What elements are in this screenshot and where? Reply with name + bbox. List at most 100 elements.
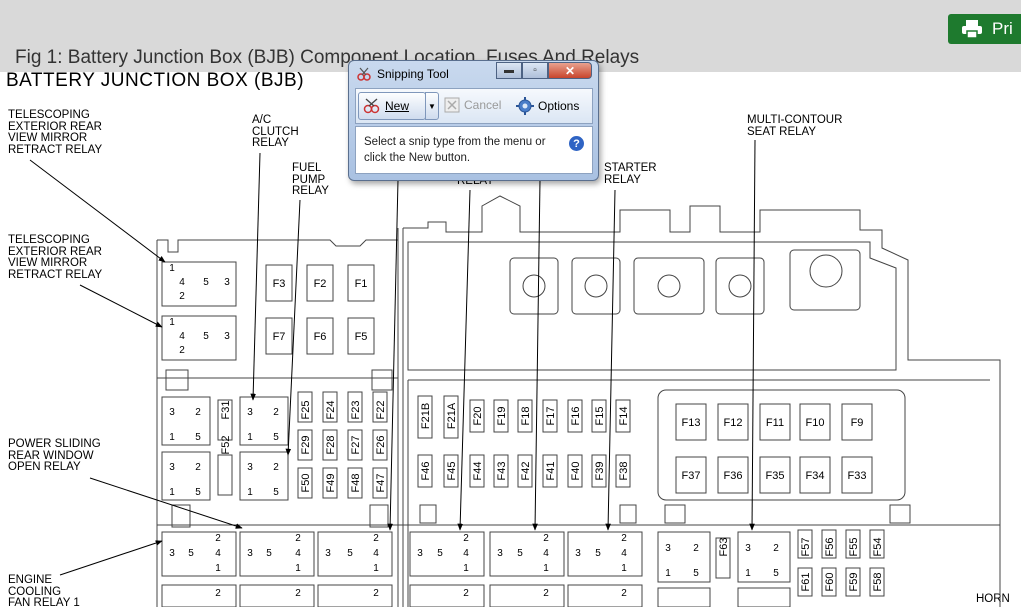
- fuse-label-f55: F55: [848, 538, 860, 557]
- relay-pin-number: 1: [169, 263, 175, 274]
- fuse-label-f41: F41: [545, 462, 557, 481]
- options-button[interactable]: Options: [516, 97, 579, 115]
- fuse-label-f38: F38: [618, 462, 630, 481]
- relay-pin-number: 2: [543, 533, 549, 544]
- relay-pin-number: 5: [273, 432, 279, 443]
- relay-pin-number: 3: [169, 407, 175, 418]
- relay-pin-number: 2: [693, 543, 699, 554]
- fuse-label-f33: F33: [848, 470, 867, 482]
- fuse-label-f23: F23: [350, 401, 362, 420]
- fuse-label-f44: F44: [472, 462, 484, 481]
- relay-pin-number: 2: [621, 588, 627, 599]
- relay-pin-number: 1: [247, 487, 253, 498]
- relay-pin-number: 2: [773, 543, 779, 554]
- fuse-label-f52: F52: [220, 436, 232, 455]
- fuse-label-f42: F42: [520, 462, 532, 481]
- relay-pin-number: 2: [273, 407, 279, 418]
- relay-pin-number: 5: [517, 548, 523, 559]
- fuse-label-f56: F56: [824, 538, 836, 557]
- relay-pin-number: 3: [247, 462, 253, 473]
- relay-pin-number: 1: [373, 563, 379, 574]
- fuse-label-f58: F58: [872, 573, 884, 592]
- relay-pin-number: 2: [543, 588, 549, 599]
- fuse-label-f29: F29: [300, 436, 312, 455]
- fuse-label-f37: F37: [682, 470, 701, 482]
- relay-pin-number: 1: [295, 563, 301, 574]
- fuse-label-f11: F11: [766, 417, 784, 429]
- scissors-icon: [357, 67, 371, 81]
- relay-pin-number: 4: [463, 548, 469, 559]
- relay-pin-number: 1: [169, 432, 175, 443]
- relay-pin-number: 3: [247, 548, 253, 559]
- fuse-label-f20: F20: [472, 407, 484, 426]
- fuse-label-f13: F13: [682, 417, 701, 429]
- maximize-button[interactable]: ▫: [522, 62, 548, 79]
- relay-pin-number: 5: [203, 277, 209, 288]
- fuse-label-f47: F47: [375, 474, 387, 493]
- relay-pin-number: 2: [179, 291, 185, 302]
- relay-pin-number: 1: [215, 563, 221, 574]
- fuse-label-f50: F50: [300, 474, 312, 493]
- fuse-label-f17: F17: [545, 407, 557, 426]
- options-label: Options: [538, 99, 580, 113]
- relay-pin-number: 2: [463, 588, 469, 599]
- window-title: Snipping Tool: [377, 67, 449, 81]
- relay-pin-number: 3: [224, 331, 230, 342]
- relay-pin-number: 5: [266, 548, 272, 559]
- relay-pin-number: 2: [295, 533, 301, 544]
- relay-pin-number: 4: [295, 548, 301, 559]
- fuse-label-f26: F26: [375, 436, 387, 455]
- relay-pin-number: 1: [665, 568, 671, 579]
- fuse-label-f49: F49: [325, 474, 337, 493]
- fuse-label-f1: F1: [355, 278, 368, 290]
- fuse-label-f27: F27: [350, 436, 362, 455]
- fuse-label-f39: F39: [594, 462, 606, 481]
- relay-pin-number: 5: [195, 487, 201, 498]
- relay-pin-number: 3: [169, 462, 175, 473]
- relay-pin-number: 5: [347, 548, 353, 559]
- instruction-text: Select a snip type from the menu or clic…: [364, 136, 546, 164]
- help-icon[interactable]: ?: [569, 136, 584, 151]
- relay-pin-number: 3: [745, 543, 751, 554]
- cancel-button[interactable]: Cancel: [444, 97, 501, 113]
- relay-pin-number: 3: [497, 548, 503, 559]
- relay-pin-number: 3: [325, 548, 331, 559]
- relay-pin-number: 2: [373, 533, 379, 544]
- relay-pin-number: 4: [621, 548, 627, 559]
- fuse-label-f7: F7: [273, 331, 286, 343]
- relay-pin-number: 3: [665, 543, 671, 554]
- maximize-icon: ▫: [533, 65, 537, 76]
- minimize-button[interactable]: ▬: [496, 62, 522, 79]
- relay-pin-number: 2: [215, 588, 221, 599]
- relay-pin-number: 2: [463, 533, 469, 544]
- relay-pin-number: 5: [188, 548, 194, 559]
- relay-pin-number: 3: [247, 407, 253, 418]
- relay-pin-number: 2: [195, 407, 201, 418]
- snip-message-panel: Select a snip type from the menu or clic…: [355, 126, 593, 174]
- fuse-label-f36: F36: [724, 470, 743, 482]
- fuse-label-f60: F60: [824, 573, 836, 592]
- fuse-label-f15: F15: [594, 407, 606, 426]
- snipping-tool-window: Snipping Tool ▬ ▫ ✕ New ▼ Cancel Options…: [348, 60, 599, 181]
- relay-pin-number: 5: [437, 548, 443, 559]
- relay-pin-number: 2: [273, 462, 279, 473]
- relay-pin-number: 3: [169, 548, 175, 559]
- fuse-label-f6: F6: [314, 331, 327, 343]
- relay-pin-number: 1: [621, 563, 627, 574]
- help-glyph: ?: [573, 137, 580, 150]
- close-button[interactable]: ✕: [548, 62, 592, 79]
- chevron-down-icon: ▼: [428, 101, 436, 111]
- fuse-label-f9: F9: [851, 417, 864, 429]
- cancel-label: Cancel: [464, 98, 502, 112]
- fuse-label-f40: F40: [570, 462, 582, 481]
- new-snip-icon: [363, 98, 380, 114]
- relay-pin-number: 3: [575, 548, 581, 559]
- new-button[interactable]: New: [358, 92, 426, 120]
- new-label: New: [385, 99, 410, 113]
- fuse-label-f22: F22: [375, 401, 387, 420]
- fuse-label-f25: F25: [300, 401, 312, 420]
- relay-pin-number: 4: [373, 548, 379, 559]
- relay-pin-number: 5: [773, 568, 779, 579]
- new-dropdown-button[interactable]: ▼: [425, 92, 439, 120]
- fuse-label-f24: F24: [325, 401, 337, 420]
